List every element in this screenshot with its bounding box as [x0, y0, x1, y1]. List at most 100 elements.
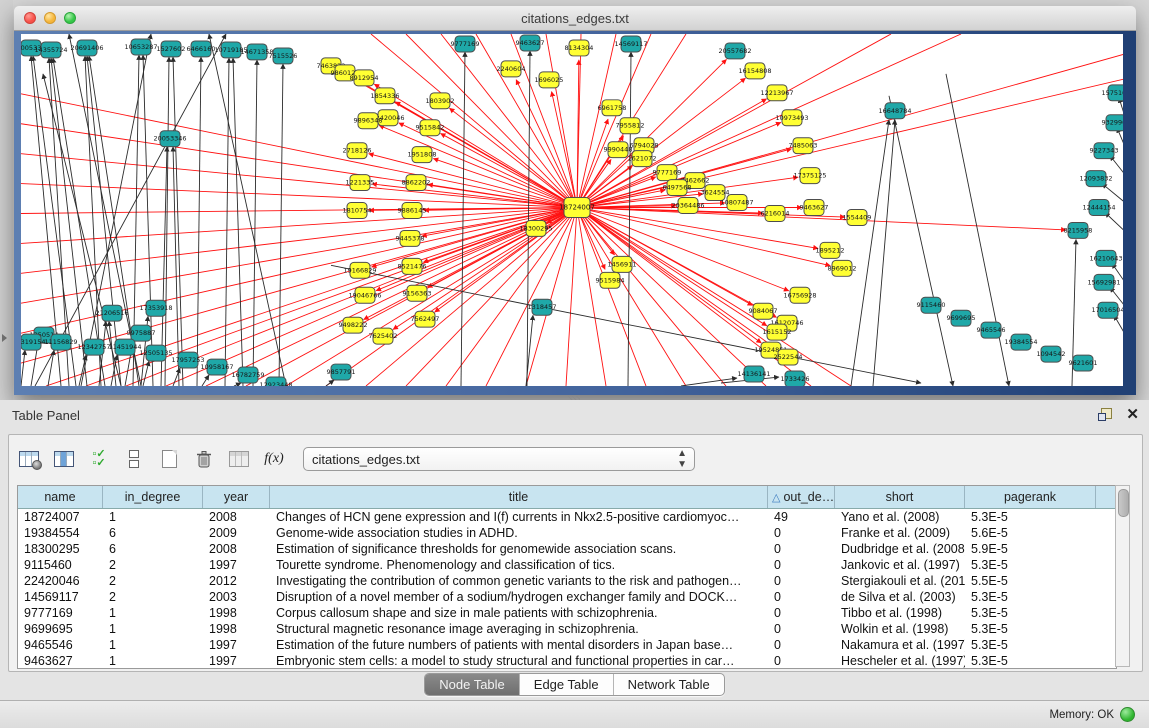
graph-node[interactable]: 10973493: [775, 110, 808, 126]
graph-node[interactable]: 14569117: [614, 36, 647, 52]
table-cell[interactable]: 9115460: [18, 558, 103, 572]
graph-node[interactable]: 10653287: [124, 39, 157, 55]
table-cell[interactable]: Franke et al. (2009): [835, 526, 965, 540]
column-header-pagerank[interactable]: pagerank: [965, 486, 1096, 508]
column-header-name[interactable]: name: [18, 486, 103, 508]
citation-edge[interactable]: [577, 119, 608, 207]
function-builder-icon[interactable]: f(x): [262, 448, 286, 470]
table-row[interactable]: 1872400712008Changes of HCN gene express…: [18, 509, 1116, 525]
table-cell[interactable]: 5.3E-5: [965, 558, 1096, 572]
table-cell[interactable]: 1: [103, 638, 203, 652]
graph-node[interactable]: 9463627: [516, 35, 545, 51]
hide-columns-icon[interactable]: [122, 448, 146, 470]
edge[interactable]: [173, 147, 179, 386]
table-cell[interactable]: 5.3E-5: [965, 510, 1096, 524]
citation-edge[interactable]: [441, 34, 577, 208]
table-cell[interactable]: 18724007: [18, 510, 103, 524]
table-cell[interactable]: 5.3E-5: [965, 654, 1096, 668]
graph-node[interactable]: 1621072: [628, 151, 657, 167]
graph-node[interactable]: 6961758: [598, 100, 627, 116]
table-cell[interactable]: 5.5E-5: [965, 574, 1096, 588]
graph-node[interactable]: 1810754: [343, 203, 372, 219]
graph-node[interactable]: 9857791: [327, 364, 356, 380]
table-cell[interactable]: 2003: [203, 590, 270, 604]
graph-node[interactable]: 17375125: [793, 168, 826, 184]
graph-node[interactable]: 9227343: [1090, 143, 1119, 159]
graph-node[interactable]: 6216014: [761, 206, 790, 222]
edge[interactable]: [225, 58, 229, 386]
create-column-icon[interactable]: [157, 448, 181, 470]
graph-node[interactable]: 8862202: [402, 175, 431, 191]
table-cell[interactable]: 1: [103, 606, 203, 620]
panel-expand-arrow-icon[interactable]: [2, 334, 7, 342]
table-cell[interactable]: 1998: [203, 622, 270, 636]
network-graph-canvas[interactable]: 2005334143557242069140610653287152760264…: [21, 34, 1123, 386]
graph-node[interactable]: 20557682: [718, 43, 751, 59]
citation-edge[interactable]: [577, 34, 616, 208]
edge[interactable]: [202, 375, 209, 386]
table-cell[interactable]: 0: [768, 590, 835, 604]
table-cell[interactable]: Yano et al. (2008): [835, 510, 965, 524]
citation-edge[interactable]: [379, 125, 577, 207]
graph-node[interactable]: 9115460: [917, 297, 946, 313]
graph-node[interactable]: 9084067: [749, 303, 778, 319]
table-cell[interactable]: 2: [103, 558, 203, 572]
table-cell[interactable]: 6: [103, 542, 203, 556]
table-cell[interactable]: 0: [768, 558, 835, 572]
edge[interactable]: [851, 120, 889, 386]
table-cell[interactable]: Disruption of a novel member of a sodium…: [270, 590, 768, 604]
graph-node[interactable]: 15692981: [1087, 274, 1120, 290]
table-cell[interactable]: 1997: [203, 558, 270, 572]
graph-node[interactable]: 9886145: [398, 203, 427, 219]
graph-node[interactable]: 12213967: [760, 85, 793, 101]
graph-node[interactable]: 12093832: [1079, 171, 1112, 187]
column-header-year[interactable]: year: [203, 486, 270, 508]
table-cell[interactable]: Embryonic stem cells: a model to study s…: [270, 654, 768, 668]
table-row[interactable]: 946362711997Embryonic stem cells: a mode…: [18, 653, 1116, 669]
table-cell[interactable]: 9699695: [18, 622, 103, 636]
graph-node[interactable]: 9896348: [354, 113, 383, 129]
edge[interactable]: [234, 383, 241, 386]
table-cell[interactable]: 1997: [203, 654, 270, 668]
graph-node[interactable]: 7955812: [616, 118, 645, 134]
graph-node[interactable]: 9515842: [416, 120, 445, 136]
edge[interactable]: [461, 52, 465, 386]
graph-node[interactable]: 1895212: [816, 242, 845, 258]
citation-edge[interactable]: [516, 80, 577, 208]
graph-node[interactable]: 16210643: [1089, 250, 1122, 266]
citation-edge[interactable]: [206, 208, 577, 386]
citation-edge[interactable]: [374, 84, 577, 207]
table-cell[interactable]: 2: [103, 590, 203, 604]
graph-node[interactable]: 6497568: [663, 180, 692, 196]
tab-edge-table[interactable]: Edge Table: [520, 674, 614, 695]
table-cell[interactable]: 6: [103, 526, 203, 540]
graph-node[interactable]: 10958167: [200, 359, 233, 375]
show-columns-icon[interactable]: [52, 448, 76, 470]
delete-column-icon[interactable]: [192, 448, 216, 470]
window-titlebar[interactable]: citations_edges.txt: [14, 6, 1136, 31]
graph-node[interactable]: 1696025: [535, 72, 564, 88]
table-cell[interactable]: 0: [768, 574, 835, 588]
table-cell[interactable]: 49: [768, 510, 835, 524]
graph-node[interactable]: 15751074: [1101, 85, 1123, 101]
graph-node[interactable]: 9156363: [403, 285, 432, 301]
scrollbar-thumb[interactable]: [1118, 489, 1129, 517]
graph-node[interactable]: 12444154: [1082, 200, 1115, 216]
table-cell[interactable]: 9465546: [18, 638, 103, 652]
table-cell[interactable]: 5.6E-5: [965, 526, 1096, 540]
table-cell[interactable]: 1: [103, 622, 203, 636]
table-cell[interactable]: 1: [103, 510, 203, 524]
table-cell[interactable]: Corpus callosum shape and size in male p…: [270, 606, 768, 620]
graph-node[interactable]: 9621601: [1069, 355, 1098, 371]
graph-node[interactable]: 2240604: [497, 61, 526, 77]
table-row[interactable]: 977716911998Corpus callosum shape and si…: [18, 605, 1116, 621]
column-header-short[interactable]: short: [835, 486, 965, 508]
graph-node[interactable]: 7515526: [269, 48, 298, 64]
close-window-icon[interactable]: [24, 12, 36, 24]
edge[interactable]: [85, 56, 101, 386]
table-cell[interactable]: 0: [768, 622, 835, 636]
graph-node[interactable]: 1094542: [1037, 346, 1066, 362]
graph-node[interactable]: 1318457: [528, 299, 557, 315]
table-cell[interactable]: Structural magnetic resonance image aver…: [270, 622, 768, 636]
graph-node[interactable]: 9463627: [800, 200, 829, 216]
